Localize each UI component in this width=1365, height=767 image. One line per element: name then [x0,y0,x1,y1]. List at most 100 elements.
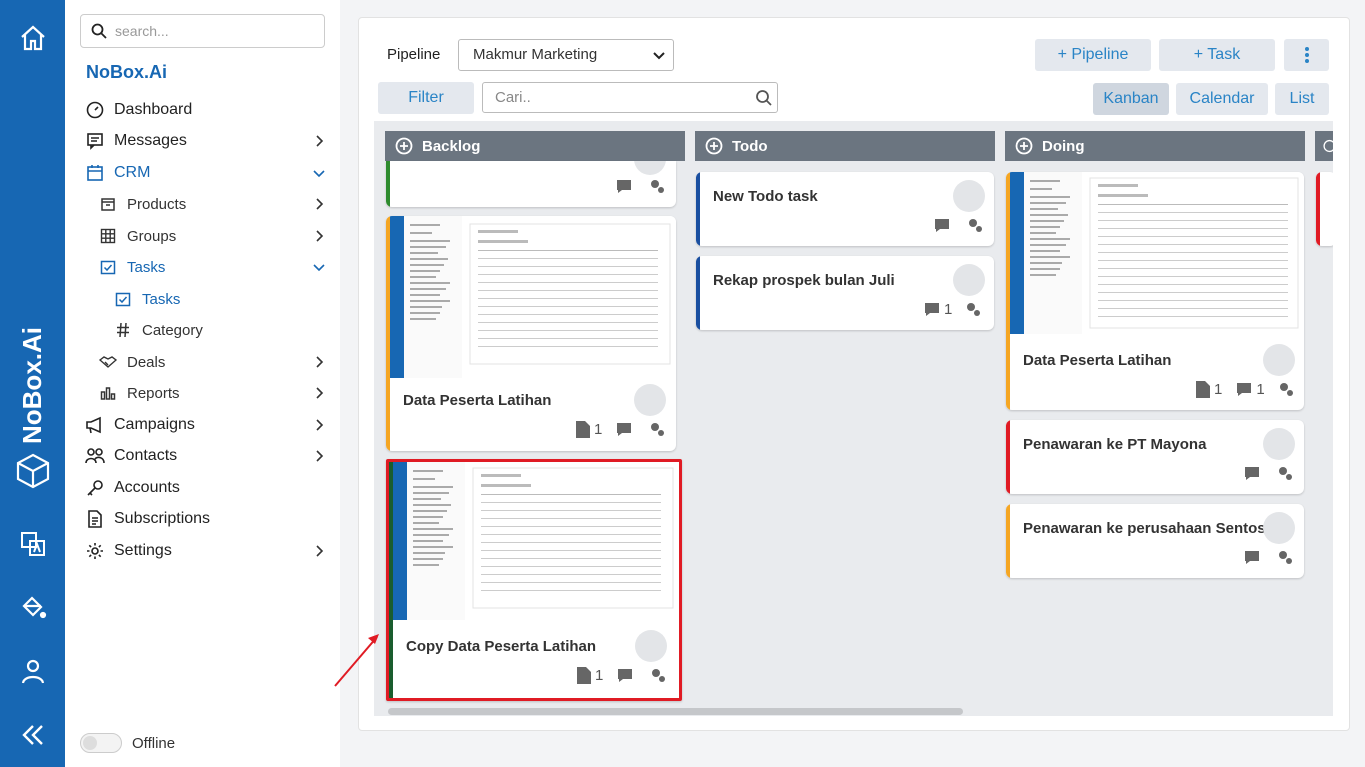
home-icon[interactable] [14,19,52,57]
comment-icon[interactable] [934,218,950,233]
gear-icon[interactable] [648,420,666,438]
view-calendar-tab[interactable]: Calendar [1176,83,1268,115]
search-icon [91,23,107,39]
comment-icon[interactable] [1236,382,1252,397]
users-icon [85,446,105,466]
paint-bucket-icon[interactable] [14,588,52,626]
task-card[interactable] [1316,172,1333,246]
add-circle-icon[interactable] [705,137,723,155]
attachment-count: 1 [594,420,603,438]
gear-icon[interactable] [1277,380,1295,398]
gear-icon[interactable] [964,300,982,318]
sidebar-item-contacts[interactable]: Contacts [65,442,340,470]
translate-icon[interactable] [14,525,52,563]
attachment-icon[interactable] [1196,380,1210,398]
user-icon[interactable] [14,652,52,690]
card-title: New Todo task [713,188,818,205]
message-icon [85,131,105,151]
task-search-input[interactable]: Cari.. [482,82,778,113]
task-card[interactable]: Penawaran ke perusahaan Sentosa [1006,504,1304,578]
sidebar-item-label: Contacts [114,447,178,464]
sidebar-item-dashboard[interactable]: Dashboard [65,96,340,124]
chevron-down-icon [653,52,665,60]
collapse-icon[interactable] [14,716,52,754]
view-kanban-tab[interactable]: Kanban [1093,83,1169,115]
gear-icon[interactable] [648,177,666,195]
card-actions: 1 1 [1196,380,1295,398]
sidebar-item-accounts[interactable]: Accounts [65,474,340,502]
offline-toggle[interactable] [80,733,122,753]
avatar[interactable] [953,180,985,212]
task-card[interactable]: New Todo task [696,172,994,246]
cube-logo-icon [14,452,52,490]
offline-label: Offline [132,735,176,752]
sidebar-item-category[interactable]: Category [65,316,340,344]
card-thumbnail-image [393,462,679,620]
grid-icon [98,226,118,246]
avatar[interactable] [1263,428,1295,460]
task-card[interactable]: Penawaran ke PT Mayona [1006,420,1304,494]
avatar[interactable] [1263,344,1295,376]
more-vertical-icon [1304,47,1309,63]
comment-icon[interactable] [1244,466,1260,481]
add-task-button[interactable]: + Task [1159,39,1275,71]
card-status-bar [1006,504,1010,578]
comment-icon[interactable] [616,179,632,194]
sidebar-item-groups[interactable]: Groups [65,222,340,250]
task-card[interactable] [386,161,676,207]
card-title: Copy Data Peserta Latihan [406,638,597,655]
more-menu-button[interactable] [1284,39,1329,71]
add-circle-icon[interactable] [1015,137,1033,155]
sidebar-item-crm[interactable]: CRM [65,159,340,187]
sidebar-brand: NoBox.Ai [86,62,167,82]
gear-icon[interactable] [966,216,984,234]
key-icon [85,478,105,498]
column-header-todo: Todo [695,131,995,161]
sidebar-item-campaigns[interactable]: Campaigns [65,411,340,439]
task-card[interactable]: Data Peserta Latihan 1 [386,216,676,451]
sidebar-item-label: Dashboard [114,101,193,118]
sidebar-item-label: Tasks [142,290,181,308]
add-pipeline-button[interactable]: + Pipeline [1035,39,1151,71]
card-title: Penawaran ke perusahaan Sentosa [1023,520,1274,537]
sidebar-item-tasks-sub[interactable]: Tasks [65,285,340,313]
board-horizontal-scrollbar[interactable] [388,708,963,715]
gear-icon[interactable] [649,666,667,684]
comment-icon[interactable] [924,302,940,317]
avatar[interactable] [635,630,667,662]
sidebar-item-tasks[interactable]: Tasks [65,253,340,281]
sidebar-item-products[interactable]: Products [65,190,340,218]
attachment-icon[interactable] [577,666,591,684]
gear-icon[interactable] [1276,548,1294,566]
add-circle-icon[interactable] [395,137,413,155]
comment-icon[interactable] [617,668,633,683]
avatar[interactable] [953,264,985,296]
sidebar-item-subscriptions[interactable]: Subscriptions [65,505,340,533]
comment-icon[interactable] [1244,550,1260,565]
sidebar-item-settings[interactable]: Settings [65,537,340,565]
task-card[interactable]: Rekap prospek bulan Juli 1 [696,256,994,330]
chevron-right-icon [316,545,324,557]
avatar[interactable] [634,384,666,416]
sidebar-item-reports[interactable]: Reports [65,379,340,407]
sidebar-item-deals[interactable]: Deals [65,348,340,376]
sidebar-item-label: Messages [114,132,187,149]
chevron-right-icon [316,356,324,368]
attachment-count: 1 [595,666,604,684]
card-actions: 1 [924,300,982,318]
task-card-highlighted[interactable]: Copy Data Peserta Latihan 1 [386,459,682,701]
avatar[interactable] [1263,512,1295,544]
add-circle-icon[interactable] [1323,137,1333,155]
attachment-icon[interactable] [576,420,590,438]
avatar[interactable] [634,161,666,175]
filter-button[interactable]: Filter [378,82,474,114]
gear-icon[interactable] [1276,464,1294,482]
view-list-tab[interactable]: List [1275,83,1329,115]
task-card[interactable]: Data Peserta Latihan 1 1 [1006,172,1304,410]
card-actions [1244,464,1294,482]
sidebar-search-input[interactable]: search... [80,14,325,48]
comment-icon[interactable] [616,422,632,437]
pipeline-select[interactable]: Makmur Marketing [458,39,674,71]
sidebar-item-messages[interactable]: Messages [65,127,340,155]
attachment-count: 1 [1214,380,1223,398]
